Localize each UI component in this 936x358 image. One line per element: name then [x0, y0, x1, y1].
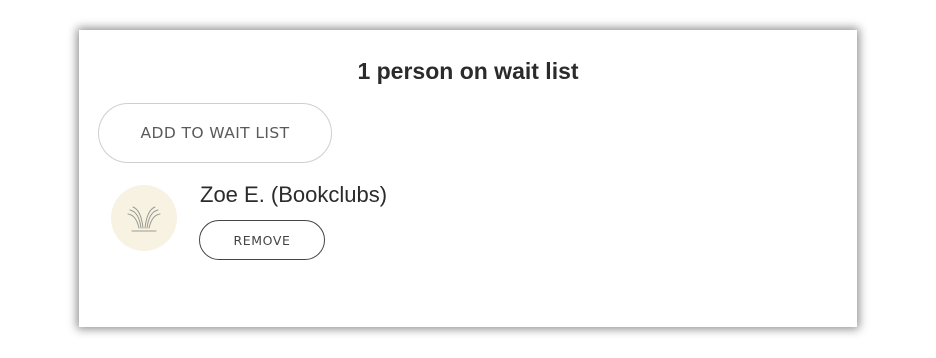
waitlist-card: 1 person on wait list ADD TO WAIT LIST Z… [79, 30, 857, 327]
waitlist-title: 1 person on wait list [357, 58, 579, 84]
bookclubs-logo-icon [127, 206, 161, 232]
avatar [111, 185, 177, 251]
add-to-wait-list-button[interactable]: ADD TO WAIT LIST [98, 103, 332, 163]
member-name: Zoe E. (Bookclubs) [200, 182, 388, 207]
remove-button[interactable]: REMOVE [199, 220, 325, 260]
